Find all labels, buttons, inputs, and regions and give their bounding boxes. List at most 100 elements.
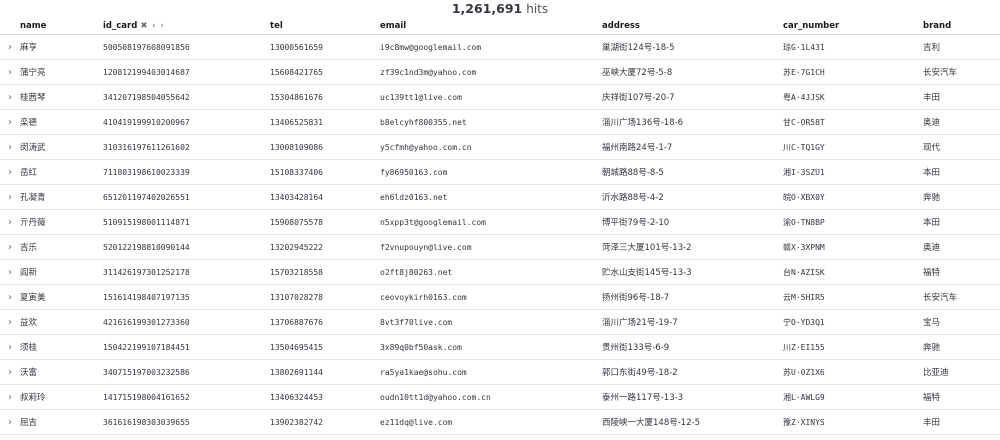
- cell-tel: 13406324453: [270, 384, 380, 410]
- cell-name: 岳红: [20, 159, 103, 185]
- expand-row-icon[interactable]: ›: [0, 284, 20, 310]
- cell-address: 贵州街133号-6-9: [602, 334, 783, 360]
- cell-email: zf39c1nd3m@yahoo.com: [380, 59, 602, 85]
- expand-row-icon[interactable]: ›: [0, 209, 20, 235]
- cell-car-number: 粤A·4JJSK: [783, 84, 923, 110]
- cell-brand: 比亚迪: [923, 359, 1000, 385]
- table-row[interactable]: › 须桂 150422199107184451 13504695415 3x89q0bf…: [0, 334, 1000, 360]
- table-row[interactable]: › 吉乐 520122198810090144 13202945222 f2vnupou…: [0, 234, 1000, 260]
- expand-row-icon[interactable]: ›: [0, 159, 20, 185]
- cell-id-card: 151614198407197135: [103, 284, 270, 310]
- cell-id-card: 500508197608091856: [103, 34, 270, 60]
- cell-car-number: 湘L·AWLG9: [783, 384, 923, 410]
- column-header-car-number[interactable]: car_number: [783, 18, 923, 35]
- table-row[interactable]: › 沃富 340715197003232586 13802691144 ra5ya1ka…: [0, 359, 1000, 385]
- table-row[interactable]: › 亓丹薇 510915198001114871 15908075578 n5xpp3t…: [0, 209, 1000, 235]
- table-row[interactable]: › 麻亨 500508197608091856 13000561659 i9c8mw@g…: [0, 34, 1000, 60]
- cell-brand: 丰田: [923, 409, 1000, 435]
- cell-id-card: 341207198504055642: [103, 84, 270, 110]
- expand-row-icon[interactable]: ›: [0, 59, 20, 85]
- table-row[interactable]: › 叔莉玲 141715198004161652 13406324453 oudn10t…: [0, 384, 1000, 410]
- column-header-tel[interactable]: tel: [270, 18, 380, 35]
- cell-email: o2ft8j80263.net: [380, 259, 602, 285]
- expand-row-icon[interactable]: ›: [0, 259, 20, 285]
- expand-row-icon[interactable]: ›: [0, 234, 20, 260]
- cell-car-number: 台N·AZISK: [783, 259, 923, 285]
- expand-row-icon[interactable]: ›: [0, 409, 20, 435]
- cell-brand: 宝马: [923, 309, 1000, 335]
- table-row[interactable]: › 岳红 711803198610023339 15108337406 fy869501…: [0, 159, 1000, 185]
- table-row[interactable]: › 夏寅美 151614198407197135 13107028278 ceovoyk…: [0, 284, 1000, 310]
- cell-id-card: 711803198610023339: [103, 159, 270, 185]
- cell-email: 8vt3f70live.com: [380, 309, 602, 335]
- cell-id-card: 520122198810090144: [103, 234, 270, 260]
- cell-tel: 13403428164: [270, 184, 380, 210]
- table-row[interactable]: › 栾德 410419199910200967 13406525831 b8elcyhf…: [0, 109, 1000, 135]
- cell-name: 亓丹薇: [20, 209, 103, 235]
- cell-tel: 13504695415: [270, 334, 380, 360]
- cell-address: 博平街79号-2-10: [602, 209, 783, 235]
- cell-email: f2vnupouyn@live.com: [380, 234, 602, 260]
- cell-car-number: 甘C·OR58T: [783, 109, 923, 135]
- cell-name: 麻亨: [20, 34, 103, 60]
- cell-car-number: 琼G·1L431: [783, 34, 923, 60]
- column-actions-icon[interactable]: ✖ ‹ ›: [140, 21, 164, 31]
- expand-row-icon[interactable]: ›: [0, 134, 20, 160]
- cell-tel: 15608421765: [270, 59, 380, 85]
- cell-address: 巫峡大厦72号-5-8: [602, 59, 783, 85]
- expand-row-icon[interactable]: ›: [0, 359, 20, 385]
- expand-row-icon[interactable]: ›: [0, 109, 20, 135]
- cell-tel: 13802691144: [270, 359, 380, 385]
- cell-brand: 奔驰: [923, 184, 1000, 210]
- column-header-id-card[interactable]: id_card ✖ ‹ ›: [103, 18, 270, 35]
- cell-tel: 15908075578: [270, 209, 380, 235]
- cell-email: y5cfmh@yahoo.com.cn: [380, 134, 602, 160]
- table-row[interactable]: › 阎新 311426197301252178 15703218558 o2ft8j80…: [0, 259, 1000, 285]
- cell-name: 叔莉玲: [20, 384, 103, 410]
- expand-row-icon[interactable]: ›: [0, 384, 20, 410]
- hits-label: hits: [526, 2, 549, 16]
- expand-row-icon[interactable]: ›: [0, 309, 20, 335]
- column-header-name[interactable]: name: [20, 18, 103, 35]
- cell-email: uc139tt1@live.com: [380, 84, 602, 110]
- cell-id-card: 120812199403014687: [103, 59, 270, 85]
- cell-address: 庆祥街107号-20-7: [602, 84, 783, 110]
- cell-car-number: 云M·5HIR5: [783, 284, 923, 310]
- column-header-id-card-label: id_card: [103, 21, 138, 31]
- table-row[interactable]: › 桂茜琴 341207198504055642 15304861676 uc139tt…: [0, 84, 1000, 110]
- cell-address: 沂水路88号-4-2: [602, 184, 783, 210]
- cell-car-number: 渝O·TN8BP: [783, 209, 923, 235]
- cell-id-card: 410419199910200967: [103, 109, 270, 135]
- cell-car-number: 川C·TQ1GY: [783, 134, 923, 160]
- cell-address: 朝城路88号-8-5: [602, 159, 783, 185]
- cell-tel: 13202945222: [270, 234, 380, 260]
- expand-row-icon[interactable]: ›: [0, 84, 20, 110]
- cell-brand: 本田: [923, 209, 1000, 235]
- table-row[interactable]: › 益欢 421616199301273360 13706887676 8vt3f70l…: [0, 309, 1000, 335]
- cell-address: 福州南路24号-1-7: [602, 134, 783, 160]
- column-header-address[interactable]: address: [602, 18, 783, 35]
- table-row[interactable]: › 蒲宁亮 120812199403014687 15608421765 zf39c1n…: [0, 59, 1000, 85]
- cell-email: fy86950163.com: [380, 159, 602, 185]
- cell-brand: 福特: [923, 384, 1000, 410]
- column-header-email[interactable]: email: [380, 18, 602, 35]
- expand-row-icon[interactable]: ›: [0, 184, 20, 210]
- cell-tel: 13107028278: [270, 284, 380, 310]
- cell-brand: 奔驰: [923, 334, 1000, 360]
- cell-address: 西陵峡一大厦148号-12-5: [602, 409, 783, 435]
- cell-brand: 吉利: [923, 34, 1000, 60]
- cell-brand: 奥迪: [923, 109, 1000, 135]
- cell-brand: 奥迪: [923, 234, 1000, 260]
- table-row[interactable]: › 孔凝青 651201197402026551 13403428164 eh6ldz0…: [0, 184, 1000, 210]
- table-row[interactable]: › 屈吉 361616198303039655 13902382742 ez11dq@l…: [0, 409, 1000, 435]
- results-table: name id_card ✖ ‹ › tel email address car_…: [0, 18, 1000, 435]
- column-header-brand[interactable]: brand: [923, 18, 1000, 35]
- cell-name: 须桂: [20, 334, 103, 360]
- cell-tel: 13706887676: [270, 309, 380, 335]
- expand-row-icon[interactable]: ›: [0, 334, 20, 360]
- cell-id-card: 141715198004161652: [103, 384, 270, 410]
- table-row[interactable]: › 闵涛武 310316197611261602 13008109086 y5cfmh@…: [0, 134, 1000, 160]
- table-header-row: name id_card ✖ ‹ › tel email address car_…: [0, 18, 1000, 35]
- cell-address: 巢湖街124号-18-5: [602, 34, 783, 60]
- expand-row-icon[interactable]: ›: [0, 34, 20, 60]
